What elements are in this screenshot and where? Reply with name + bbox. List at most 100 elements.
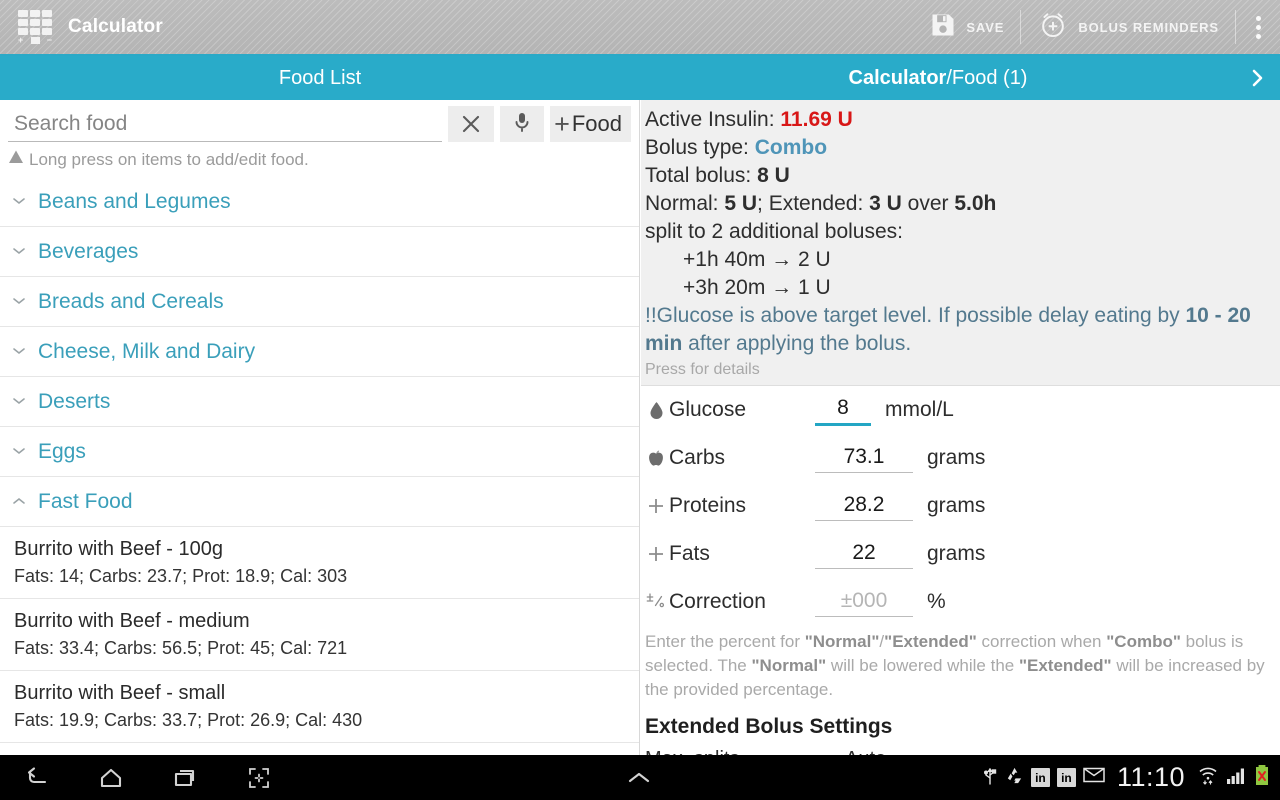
category-label: Fast Food [38,489,133,513]
linkedin-icon: in [1056,768,1076,787]
tab-food-list[interactable]: Food List [0,56,640,100]
chevron-up-icon[interactable] [602,755,676,800]
plus-icon: + [554,108,570,139]
category-row-breads-and-cereals[interactable]: Breads and Cereals [0,277,639,327]
hint-text: Long press on items to add/edit food. [29,149,309,169]
bolus-reminders-button[interactable]: BOLUS REMINDERS [1021,0,1235,55]
bolus-type-value: Combo [754,136,828,159]
carbs-input[interactable]: 73.1 [815,444,913,473]
category-label: Beverages [38,239,139,263]
total-bolus-line: Total bolus: 8 U [645,162,1280,190]
chevron-down-icon [12,193,26,211]
split-line: split to 2 additional boluses: [645,220,903,243]
extended-bolus-settings-heading: Extended Bolus Settings [645,715,893,738]
field-row-glucose: Glucose 8 mmol/L [641,386,1280,434]
list-item[interactable]: Burrito with Beef - 100g Fats: 14; Carbs… [0,527,639,599]
help-bold-extended-2: "Extended" [1018,656,1112,675]
correction-input[interactable]: ±000 [815,588,913,617]
home-icon[interactable] [74,755,148,800]
normal-extended-line: Normal: 5 U; Extended: 3 U over 5.0h [645,190,1280,218]
status-clock: 11:10 [1116,762,1185,792]
chevron-down-icon [12,293,26,311]
category-row-fast-food[interactable]: Fast Food [0,477,639,527]
max-splits-value: Auto [845,748,886,755]
overflow-menu-icon[interactable] [1236,0,1280,55]
save-button[interactable]: SAVE [913,0,1020,55]
category-row-beans-and-legumes[interactable]: Beans and Legumes [0,177,639,227]
max-splits-label: Max. splits [645,748,845,755]
category-label: Eggs [38,439,86,463]
list-item[interactable]: Burrito with Beef - medium Fats: 33.4; C… [0,599,639,671]
screenshot-icon[interactable] [222,755,296,800]
bolus-summary-panel[interactable]: Active Insulin: 11.69 U Bolus type: Comb… [641,100,1280,386]
field-label: Carbs [669,446,726,469]
action-bar: + − Calculator SAVE BOLUS REMINDERS [0,0,1280,56]
help-part-5: will be lowered while the [826,656,1019,675]
clear-search-button[interactable] [448,106,495,142]
normal-value: 5 U [724,192,758,215]
chevron-down-icon [12,243,26,261]
back-arrow-icon[interactable] [0,755,74,800]
list-item[interactable]: Burrito with Beef - small Fats: 19.9; Ca… [0,671,639,743]
field-unit: grams [927,494,986,517]
proteins-input[interactable]: 28.2 [815,492,913,521]
calculator-grid-icon[interactable]: + − [18,10,52,45]
chevron-down-icon [12,443,26,461]
over-label: over [901,192,955,215]
food-name: Burrito with Beef - medium [14,610,250,632]
max-splits-row[interactable]: Max. splits Auto [641,739,1280,755]
fats-input[interactable]: 22 [815,540,913,569]
category-label: Deserts [38,389,111,413]
tab-calculator-label: Calculator [848,66,947,89]
search-input[interactable] [8,106,443,142]
category-row-beverages[interactable]: Beverages [0,227,639,277]
help-bold-normal: "Normal" [804,632,880,651]
warning-suffix: after applying the bolus. [682,332,912,355]
save-label: SAVE [966,19,1005,35]
field-unit: grams [927,542,986,565]
food-macros: Fats: 33.4; Carbs: 56.5; Prot: 45; Cal: … [14,638,348,658]
active-insulin-line: Active Insulin: 11.69 U [645,106,1280,134]
field-label: Proteins [669,494,747,517]
food-name: Burrito with Beef - 100g [14,538,223,560]
plus-icon [645,497,667,515]
normal-label: Normal: [645,192,725,215]
help-bold-combo: "Combo" [1106,632,1181,651]
correction-help-text: Enter the percent for "Normal"/"Extended… [641,626,1280,702]
app-title: Calculator [68,16,163,37]
help-bold-normal-2: "Normal" [751,656,827,675]
category-row-cheese-milk-and-dairy[interactable]: Cheese, Milk and Dairy [0,327,639,377]
recent-apps-icon[interactable] [148,755,222,800]
voice-search-button[interactable] [500,106,545,142]
plus-minus-percent-icon [645,592,667,612]
extended-separator: ; Extended: [757,192,870,215]
total-bolus-value: 8 U [757,164,790,187]
chevron-down-icon [12,343,26,361]
glucose-input[interactable]: 8 [815,395,871,426]
category-row-eggs[interactable]: Eggs [0,427,639,477]
help-part-3: correction when [976,632,1107,651]
chevron-up-icon [12,493,26,511]
help-part-1: Enter the percent for [645,632,805,651]
field-row-fats: Fats 22 grams [641,530,1280,578]
warning-prefix: !!Glucose is above target level. If poss… [645,304,1186,327]
add-food-label: Food [571,111,622,136]
plus-icon [645,545,667,563]
category-row-deserts[interactable]: Deserts [0,377,639,427]
alarm-plus-icon [1037,9,1069,46]
field-unit: mmol/L [885,398,954,421]
active-insulin-label: Active Insulin: [645,108,781,131]
field-unit: grams [927,446,986,469]
field-row-carbs: Carbs 73.1 grams [641,434,1280,482]
bolus-type-line: Bolus type: Combo [645,134,1280,162]
add-food-button[interactable]: + Food [550,106,631,142]
over-duration-value: 5.0h [954,192,997,215]
status-icons: in in 11:10 [982,762,1280,793]
chevron-right-icon[interactable] [1236,56,1280,100]
category-label: Beans and Legumes [38,189,231,213]
split-entry: +3h 20m → 1 U [683,276,831,299]
category-label: Cheese, Milk and Dairy [38,339,256,363]
bolus-reminders-label: BOLUS REMINDERS [1078,19,1219,35]
tab-calculator-food[interactable]: Calculator/Food (1) [640,56,1236,100]
active-insulin-value: 11.69 U [780,108,853,131]
